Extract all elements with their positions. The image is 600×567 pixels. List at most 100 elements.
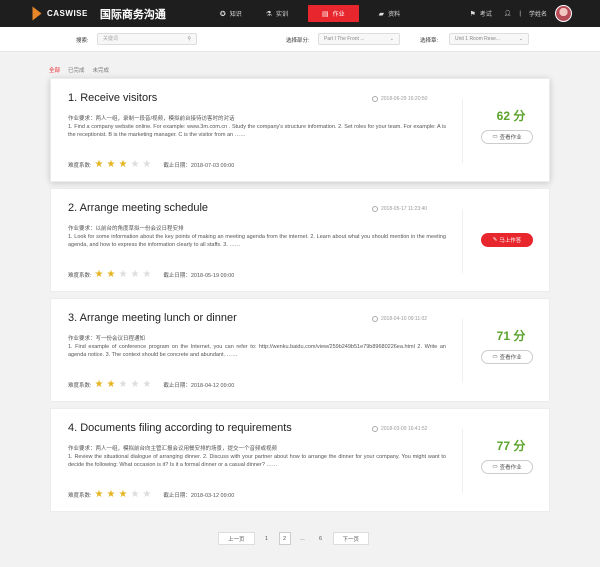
card-requirement: 作业要求：以前台的角度草拟一份会议日程安排 xyxy=(68,226,184,232)
star-icon: ★ xyxy=(106,379,116,390)
pencil-icon: ✎ xyxy=(492,237,498,243)
view-homework-button[interactable]: ▭ 查看作业 xyxy=(481,460,533,474)
difficulty-label: 难度系数: xyxy=(68,493,92,499)
person-icon[interactable]: 👤︎ xyxy=(504,10,512,17)
nav-item-training[interactable]: ⚗ 实训 xyxy=(254,0,300,27)
card-footer: 难度系数: ★ ★ ★ ★ ★ 截止日期：2018-03-12 09:00 xyxy=(68,490,234,500)
card-requirement: 作业要求：写一份会议日程通知 xyxy=(68,336,146,342)
star-icon: ★ xyxy=(94,159,104,170)
star-icon: ★ xyxy=(94,379,104,390)
chevron-down-icon: ⌄ xyxy=(389,36,394,42)
star-icon: ★ xyxy=(118,489,128,500)
next-page-button[interactable]: 下一页 xyxy=(332,532,370,545)
difficulty-label: 难度系数: xyxy=(68,383,92,389)
search-input[interactable]: 关键词 ⚲ xyxy=(97,33,197,45)
view-homework-button[interactable]: ▭ 查看作业 xyxy=(481,130,533,144)
card-title[interactable]: 3. Arrange meeting lunch or dinner xyxy=(68,312,237,324)
card-requirement: 作业要求：两人一组，录制一段音/视频，模拟前台接待访客时的对话 xyxy=(68,116,235,122)
prev-page-button[interactable]: 上一页 xyxy=(218,532,255,545)
difficulty-stars: ★ ★ ★ ★ ★ xyxy=(95,490,152,500)
card-title[interactable]: 4. Documents filing according to require… xyxy=(68,422,292,434)
search-icon[interactable]: ⚲ xyxy=(187,34,191,44)
divider xyxy=(462,319,463,383)
nav-item-label: 考试 xyxy=(479,12,492,18)
nav-item-materials[interactable]: ▰ 资料 xyxy=(367,0,412,27)
star-icon: ★ xyxy=(142,379,152,390)
star-icon: ★ xyxy=(118,159,128,170)
card-title[interactable]: 2. Arrange meeting schedule xyxy=(68,202,208,214)
difficulty-stars: ★ ★ ★ ★ ★ xyxy=(95,160,152,170)
nav-item-label: 实训 xyxy=(276,12,289,18)
card-description: 1. Look for some information about the k… xyxy=(68,234,446,249)
star-icon: ★ xyxy=(130,379,140,390)
logo-mark-icon xyxy=(32,6,42,21)
nav-item-homework[interactable]: ▤ 作业 xyxy=(308,5,359,22)
divider xyxy=(462,99,463,163)
card-footer: 难度系数: ★ ★ ★ ★ ★ 截止日期：2018-05-19 09:00 xyxy=(68,270,234,280)
star-icon: ★ xyxy=(118,379,128,390)
page-6[interactable]: 6 xyxy=(315,532,327,545)
nav-item-label: 资料 xyxy=(388,12,401,18)
star-icon: ★ xyxy=(106,489,116,500)
filter-bar: 搜索: 关键词 ⚲ 选择部分: Part I The Front ... ⌄ 选… xyxy=(0,27,600,52)
avatar[interactable] xyxy=(555,5,572,22)
deadline: 截止日期：2018-05-19 09:00 xyxy=(163,273,235,279)
tab-incomplete[interactable]: 未完成 xyxy=(93,66,110,74)
star-icon: ★ xyxy=(130,269,140,280)
flag-icon: ⚑ xyxy=(469,10,476,18)
star-icon: ★ xyxy=(118,269,128,280)
card-requirement: 作业要求：两人一组，模拟前台向主管汇报会议用餐安排的场景，提交一个音频或视频 xyxy=(68,446,278,452)
document-icon: ▤ xyxy=(322,10,329,18)
flask-icon: ⚗ xyxy=(265,10,273,18)
card-time: 2018-03-09 16:41:52 xyxy=(372,426,427,432)
search-placeholder: 关键词 xyxy=(103,36,119,42)
star-icon: ★ xyxy=(142,269,152,280)
card-time: 2018-06-29 16:20:50 xyxy=(372,96,427,102)
card-description: 1. Review the situational dialogue of ar… xyxy=(68,454,446,469)
page-2[interactable]: 2 xyxy=(278,532,291,545)
homework-card[interactable]: 2. Arrange meeting schedule 2018-05-17 1… xyxy=(50,188,550,292)
answer-now-button[interactable]: ✎ 马上作答 xyxy=(481,233,533,247)
card-title[interactable]: 1. Receive visitors xyxy=(68,92,157,104)
nav-item-label: 知识 xyxy=(229,12,242,18)
page-1[interactable]: 1 xyxy=(261,532,273,545)
separator: | xyxy=(519,10,521,17)
difficulty-stars: ★ ★ ★ ★ ★ xyxy=(95,270,152,280)
nav-item-knowledge[interactable]: ✪ 知识 xyxy=(208,0,254,27)
folder-icon: ▰ xyxy=(378,10,385,18)
view-icon: ▭ xyxy=(492,464,498,470)
nav-right: ⚑ 考试 👤︎ | 学姓名 xyxy=(466,0,572,27)
page-ellipsis: ... xyxy=(300,535,305,542)
section-label: 选择部分: xyxy=(286,38,310,44)
card-description: 1. Find a company website online. For ex… xyxy=(68,124,446,139)
homework-card[interactable]: 3. Arrange meeting lunch or dinner 2018-… xyxy=(50,298,550,402)
score: 62 分 xyxy=(496,109,526,123)
star-icon: ★ xyxy=(94,269,104,280)
chapter-select[interactable]: Unit 1 Room Rese... ⌄ xyxy=(449,33,529,45)
clock-icon xyxy=(372,206,378,212)
clock-icon xyxy=(372,426,378,432)
card-time: 2018-04-10 09:11:02 xyxy=(372,316,427,322)
chapter-value: Unit 1 Room Rese... xyxy=(455,36,501,42)
course-title: 国际商务沟通 xyxy=(99,8,166,21)
tab-all[interactable]: 全部 xyxy=(49,66,60,74)
score: 71 分 xyxy=(496,329,526,343)
homework-card[interactable]: 4. Documents filing according to require… xyxy=(50,408,550,512)
nav-item-exam[interactable]: ⚑ 考试 xyxy=(466,0,496,27)
view-homework-button[interactable]: ▭ 查看作业 xyxy=(481,350,533,364)
section-select[interactable]: Part I The Front ... ⌄ xyxy=(318,33,400,45)
difficulty-stars: ★ ★ ★ ★ ★ xyxy=(95,380,152,390)
score: 77 分 xyxy=(496,439,526,453)
divider xyxy=(462,429,463,493)
main-nav: ✪ 知识 ⚗ 实训 ▤ 作业 ▰ 资料 xyxy=(208,0,412,27)
star-icon: ★ xyxy=(142,159,152,170)
homework-card[interactable]: 1. Receive visitors 2018-06-29 16:20:50 … xyxy=(50,78,550,182)
logo[interactable]: CASWISE xyxy=(30,6,88,21)
card-footer: 难度系数: ★ ★ ★ ★ ★ 截止日期：2018-07-03 09:00 xyxy=(68,160,234,170)
user-name[interactable]: 学姓名 xyxy=(529,9,547,18)
card-footer: 难度系数: ★ ★ ★ ★ ★ 截止日期：2018-04-12 09:00 xyxy=(68,380,234,390)
card-time: 2018-05-17 11:23:40 xyxy=(372,206,427,212)
deadline: 截止日期：2018-03-12 09:00 xyxy=(163,493,235,499)
star-icon: ★ xyxy=(142,489,152,500)
tab-completed[interactable]: 已完成 xyxy=(68,66,85,74)
